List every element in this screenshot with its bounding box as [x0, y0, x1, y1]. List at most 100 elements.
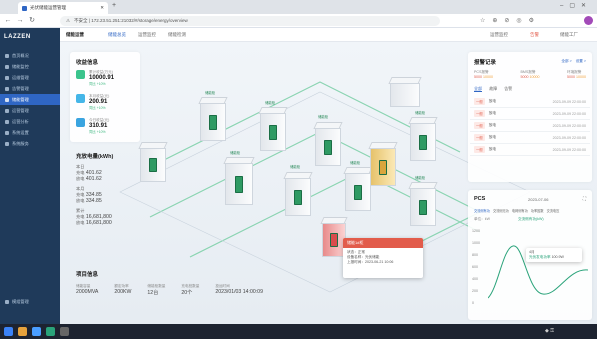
record-name: 放电 — [488, 123, 496, 127]
cabinet[interactable] — [258, 107, 288, 151]
header-alarm[interactable]: 告警 — [530, 32, 539, 38]
sidebar-item-operation[interactable]: 运营管理 — [0, 105, 60, 116]
alerts-title: 报警记录 — [474, 60, 497, 66]
close-icon[interactable]: ✕ — [100, 5, 104, 11]
pcs-title: PCS — [474, 196, 486, 202]
sidebar-item-home[interactable]: 首页概况 — [0, 50, 60, 61]
list-item[interactable]: 一般 放电 2023-09-09 22:00:00 — [470, 96, 590, 108]
popup-value: 2023-06-21 10:06 — [364, 260, 394, 264]
project-value: 2023/01/03 14:00:09 — [215, 289, 263, 295]
fullscreen-icon[interactable]: ⛶ — [583, 196, 586, 201]
list-item[interactable]: 一般 放电 2023-09-09 22:00:00 — [470, 144, 590, 156]
record-time: 2023-09-09 22:00:00 — [552, 111, 586, 116]
sidebar-item-label: 储能管理 — [12, 96, 29, 102]
window-controls[interactable]: –▢✕ — [560, 2, 592, 9]
counter-value: 5000 — [474, 75, 482, 79]
sidebar-item-alarm[interactable]: 告警管理 — [0, 83, 60, 94]
wallet-icon — [76, 94, 85, 103]
pcs-line-chart — [488, 245, 588, 299]
pcs-tab[interactable]: 功率因数 — [531, 208, 544, 213]
browser-icon[interactable] — [32, 327, 41, 336]
settings-link[interactable]: 设置 > — [576, 59, 586, 64]
sidebar-item-settings[interactable]: 系统设置 — [0, 127, 60, 138]
reload-icon[interactable]: ↻ — [28, 17, 36, 25]
pcs-tab[interactable]: 交流侧有功 — [474, 208, 490, 213]
popup-key: 上报时间 — [347, 260, 362, 264]
sidebar-item-label: 运维管理 — [12, 74, 29, 80]
browser-tab[interactable]: 光伏储能运营管理 ✕ — [18, 2, 108, 14]
header-monitor[interactable]: 运营监控 — [490, 32, 508, 38]
tab-detect[interactable]: 储能检测 — [168, 32, 186, 38]
cabinet-yellow[interactable] — [368, 142, 398, 186]
new-tab-icon[interactable]: + — [112, 2, 116, 9]
pcs-tabs: 交流侧有功 交流侧无功 电网侧有功 功率因数 交流电压 — [474, 208, 559, 213]
date-picker[interactable]: 2023-07-06 — [528, 197, 548, 202]
transformer[interactable] — [388, 77, 422, 107]
energy-panel: 充放电量(kWh) 本日 充电 401.62 放电 401.62 本月 充电 3… — [76, 152, 146, 242]
back-icon[interactable]: ← — [4, 17, 12, 25]
app-logo: LAZZEN — [4, 34, 31, 40]
project-panel: 项目信息 储能容量 2000MVA 额定功率 200KW 储能柜数量 12台 充电桩数… — [76, 270, 376, 310]
cabinet[interactable] — [283, 172, 313, 216]
sidebar-item-label: 首页概况 — [12, 52, 29, 58]
tab-all[interactable]: 全部 — [474, 86, 482, 92]
sidebar-item-label: 模组管理 — [12, 298, 29, 304]
sidebar-item-analysis[interactable]: 运营分析 — [0, 116, 60, 127]
tooltip-value: 100.9W — [551, 255, 564, 259]
tray-icons[interactable]: ◆ ⚿ — [545, 328, 554, 334]
list-item[interactable]: 一般 放电 2023-09-09 22:00:00 — [470, 108, 590, 120]
energy-title: 充放电量(kWh) — [76, 154, 114, 160]
charge-label: 充电 — [76, 192, 85, 197]
list-item[interactable]: 一般 放电 2023-09-09 22:00:00 — [470, 120, 590, 132]
app-icon[interactable] — [46, 327, 55, 336]
record-time: 2023-09-09 22:00:00 — [552, 135, 586, 140]
pcs-tab[interactable]: 交流侧无功 — [493, 208, 509, 213]
cabinet[interactable] — [198, 97, 228, 141]
header-factory[interactable]: 储能工厂 — [560, 32, 578, 38]
view-all-link[interactable]: 全部 > — [561, 59, 571, 64]
cabinet[interactable] — [313, 122, 343, 166]
pcs-tab[interactable]: 电网侧有功 — [512, 208, 528, 213]
tab-overview[interactable]: 储能总览 — [108, 32, 126, 38]
browser-toolbar-icons[interactable]: ☆⊕⊘◎⚙ — [480, 17, 541, 24]
popup-value: 光伏储能 — [364, 255, 380, 259]
profile-avatar[interactable] — [584, 16, 593, 25]
url-field[interactable]: ⚠ 不安全 | 172.23.51.251:21032/#/storage/en… — [60, 16, 440, 26]
project-value: 12台 — [147, 290, 159, 296]
list-item[interactable]: 一般 放电 2023-09-09 22:00:00 — [470, 132, 590, 144]
sidebar-item-ops[interactable]: 运维管理 — [0, 72, 60, 83]
app-icon[interactable] — [60, 327, 69, 336]
sidebar-item-monitor[interactable]: 储能监控 — [0, 61, 60, 72]
forward-icon[interactable]: → — [16, 17, 24, 25]
y-tick: 800 — [472, 253, 478, 257]
record-time: 2023-09-09 22:00:00 — [552, 147, 586, 152]
income-sub: 同比 +10% — [89, 130, 106, 134]
y-tick: 1000 — [472, 241, 480, 245]
cabinet[interactable] — [223, 157, 255, 205]
sidebar-item-storage[interactable]: 储能管理 — [0, 94, 60, 105]
sidebar-item-module[interactable]: 模组管理 — [0, 296, 60, 307]
address-bar: ← → ↻ ⚠ 不安全 | 172.23.51.251:21032/#/stor… — [0, 14, 597, 28]
tab-fault[interactable]: 故障 — [489, 86, 497, 91]
y-tick: 400 — [472, 277, 478, 281]
file-explorer-icon[interactable] — [18, 327, 27, 336]
analysis-icon — [5, 119, 9, 124]
cabinet-label: 储能柜 — [350, 161, 361, 165]
cabinet[interactable] — [408, 117, 438, 161]
cabinet[interactable] — [408, 182, 438, 226]
sidebar-item-service[interactable]: 系统服务 — [0, 138, 60, 149]
level-badge: 一般 — [474, 122, 485, 129]
start-icon[interactable] — [4, 327, 13, 336]
tab-warning[interactable]: 告警 — [504, 86, 512, 91]
popup-key: 设备名称 — [347, 255, 362, 259]
site-select[interactable]: 储能运营 — [66, 32, 84, 38]
record-time: 2023-09-09 22:00:00 — [552, 123, 586, 128]
chart-icon — [5, 108, 9, 113]
record-name: 放电 — [488, 99, 496, 103]
y-axis: 1200 1000 800 600 400 200 0 — [472, 225, 480, 309]
counter-sub: 10000 — [529, 75, 540, 79]
y-tick: 1200 — [472, 229, 480, 233]
tab-monitor[interactable]: 运营监控 — [138, 32, 156, 38]
pcs-tab[interactable]: 交流电压 — [547, 208, 560, 213]
cabinet[interactable] — [343, 167, 373, 211]
